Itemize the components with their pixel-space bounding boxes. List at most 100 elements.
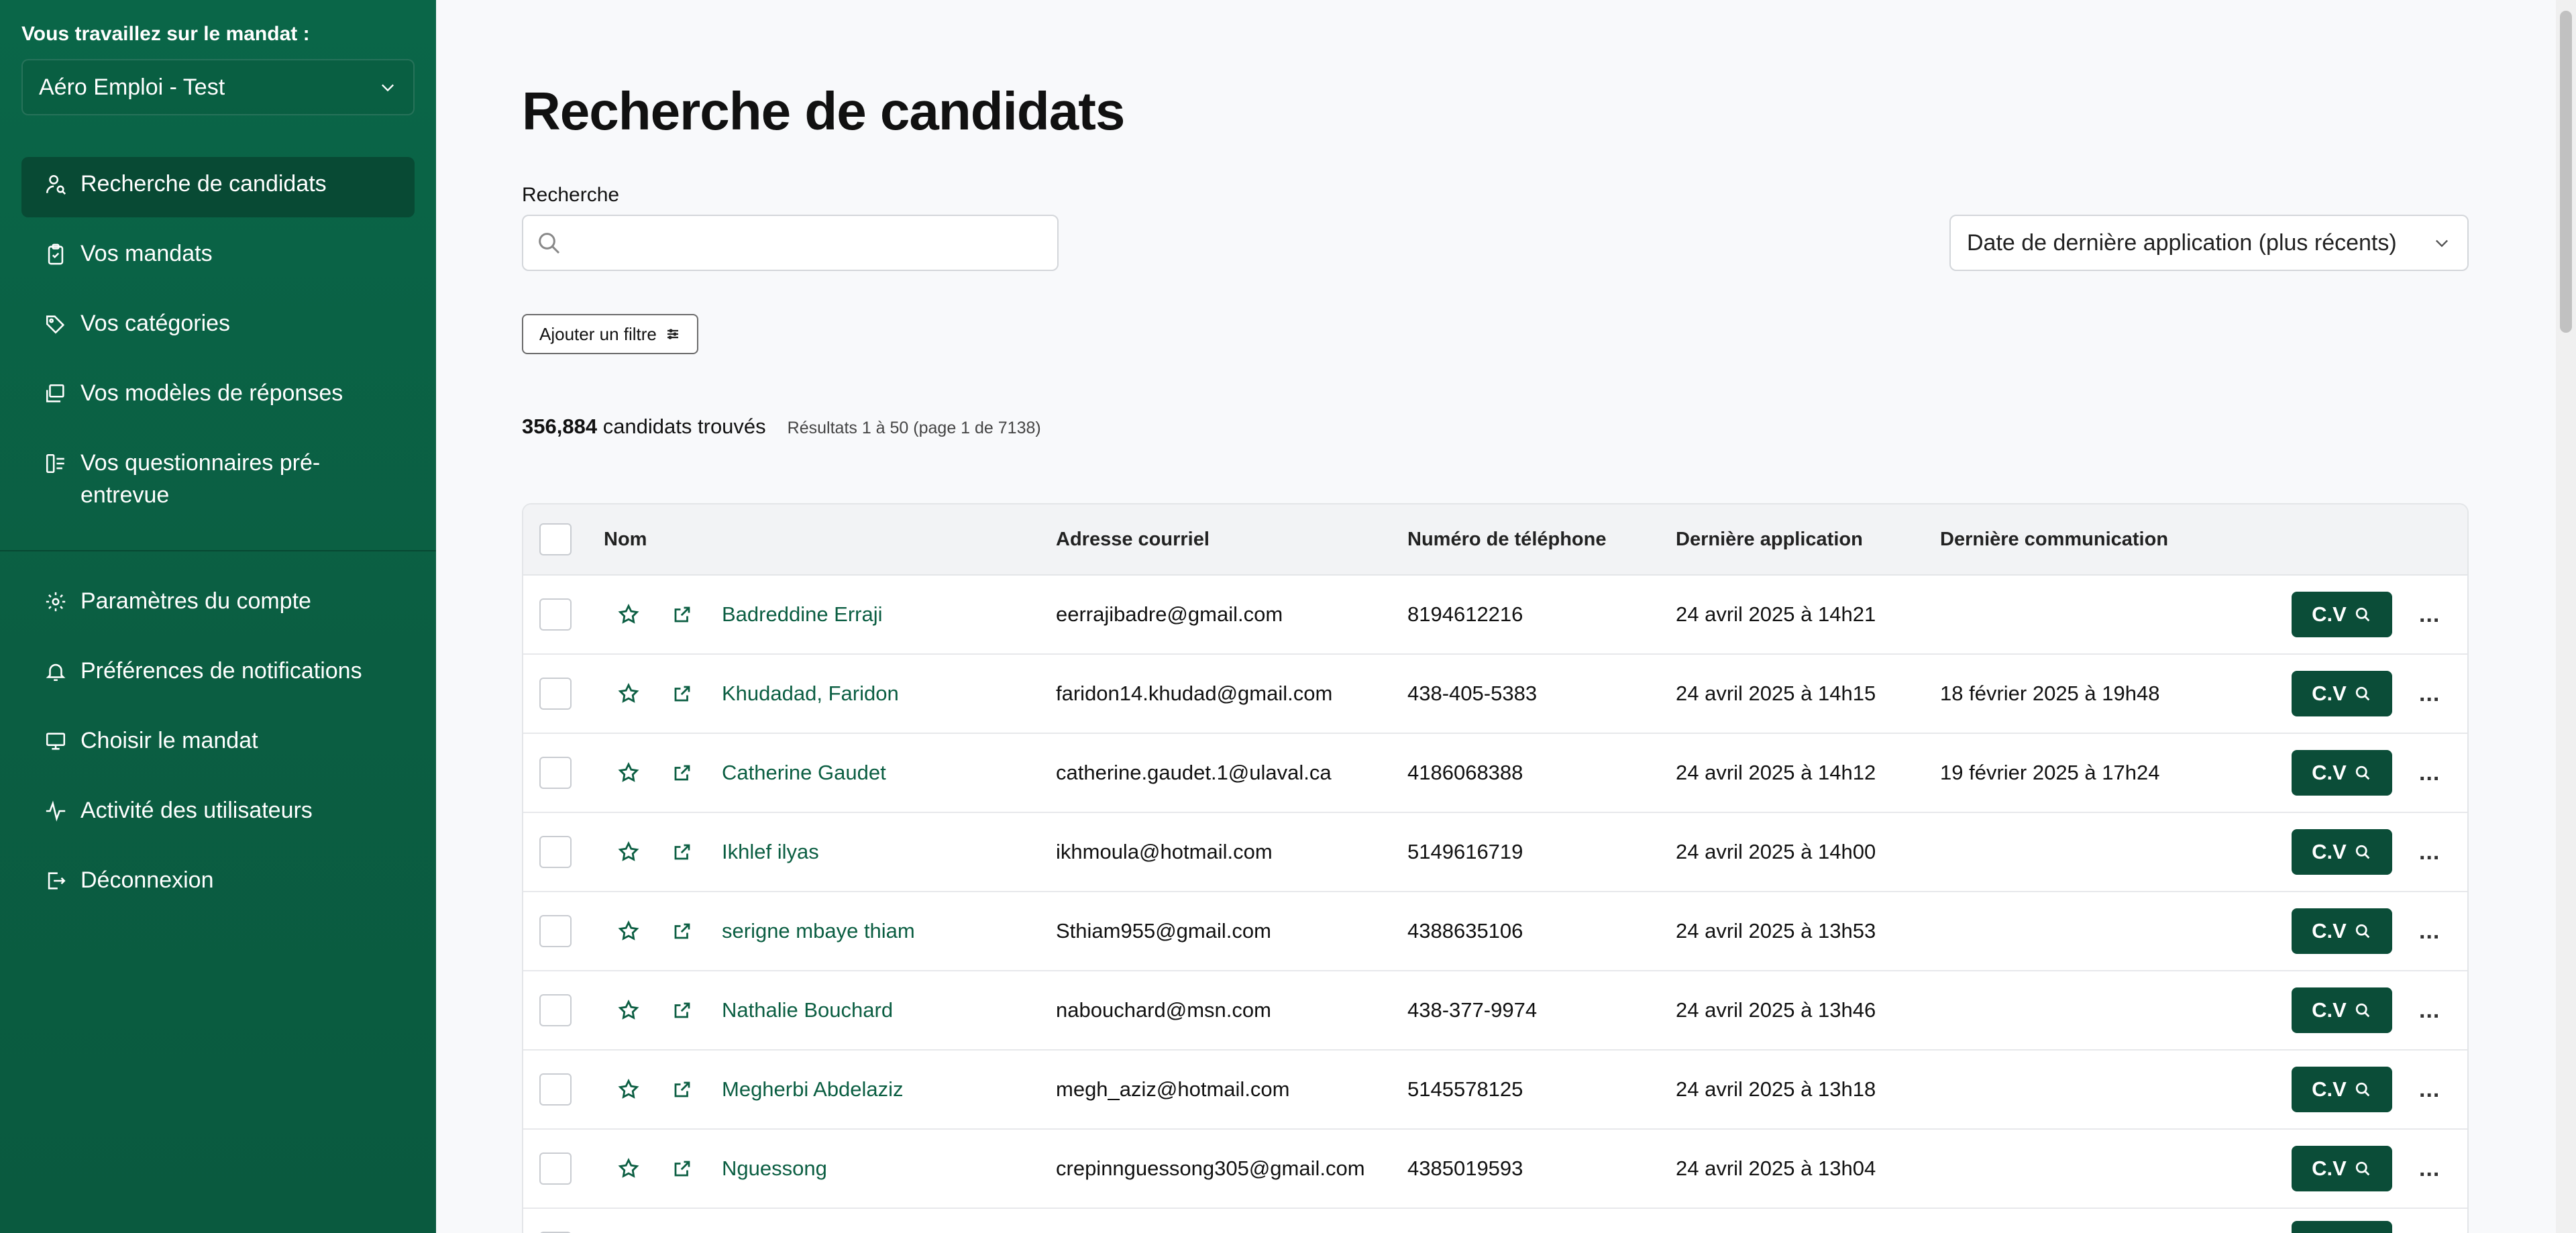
more-actions-button[interactable]: ...	[2419, 576, 2440, 653]
row-checkbox[interactable]	[539, 678, 572, 710]
gear-icon	[46, 592, 66, 612]
cv-button-label: C.V	[2312, 1077, 2347, 1101]
row-select-cell	[539, 655, 572, 733]
more-actions-button[interactable]: ...	[2419, 813, 2440, 891]
open-external-icon[interactable]	[672, 892, 692, 970]
cv-button-cell: C.V	[2292, 813, 2392, 891]
sidebar-item-recherche-candidats[interactable]: Recherche de candidats	[21, 157, 415, 217]
candidate-name-link[interactable]: Ikhlef ilyas	[722, 813, 819, 891]
header-email[interactable]: Adresse courriel	[1056, 504, 1210, 574]
select-all-checkbox[interactable]	[539, 523, 572, 555]
result-range: Résultats 1 à 50 (page 1 de 7138)	[787, 419, 1041, 437]
sidebar-item-mandats[interactable]: Vos mandats	[21, 227, 415, 287]
sidebar-item-categories[interactable]: Vos catégories	[21, 297, 415, 357]
sidebar-item-activite[interactable]: Activité des utilisateurs	[21, 784, 415, 844]
favorite-star-icon[interactable]	[617, 971, 640, 1049]
cv-button-label: C.V	[2312, 919, 2347, 943]
add-filter-button[interactable]: Ajouter un filtre	[522, 314, 698, 354]
cv-button-label: C.V	[2312, 602, 2347, 626]
header-phone[interactable]: Numéro de téléphone	[1407, 504, 1607, 574]
candidate-name-link[interactable]: Catherine Gaudet	[722, 734, 886, 812]
header-last-application[interactable]: Dernière application	[1676, 504, 1863, 574]
header-last-communication[interactable]: Dernière communication	[1940, 504, 2168, 574]
cv-button[interactable]: C.V	[2292, 829, 2392, 875]
sidebar-item-questionnaires[interactable]: Vos questionnaires pré-entrevue	[21, 436, 415, 521]
row-select-cell	[539, 813, 572, 891]
row-checkbox[interactable]	[539, 757, 572, 789]
favorite-star-icon[interactable]	[617, 1051, 640, 1128]
open-external-icon[interactable]	[672, 734, 692, 812]
activity-icon	[46, 800, 66, 822]
candidate-email: catherine.gaudet.1@ulaval.ca	[1056, 761, 1332, 784]
candidate-phone: 8194612216	[1407, 602, 1523, 626]
table-row: Badreddine Erraji eerrajibadre@gmail.com…	[523, 576, 2467, 655]
questionnaire-icon	[46, 453, 64, 474]
more-actions-button[interactable]: ...	[2419, 892, 2440, 970]
row-select-cell	[539, 971, 572, 1049]
chevron-down-icon	[382, 84, 394, 92]
cv-button[interactable]: C.V	[2292, 908, 2392, 954]
sidebar-item-choisir-mandat[interactable]: Choisir le mandat	[21, 714, 415, 774]
page-title: Recherche de candidats	[522, 81, 1125, 141]
search-icon	[2355, 686, 2370, 701]
more-actions-button[interactable]: ...	[2419, 655, 2440, 733]
header-name[interactable]: Nom	[604, 504, 647, 574]
sidebar-item-parametres[interactable]: Paramètres du compte	[21, 574, 415, 635]
favorite-star-icon[interactable]	[617, 892, 640, 970]
more-actions-button[interactable]: ...	[2419, 1130, 2440, 1208]
add-filter-label: Ajouter un filtre	[539, 323, 657, 344]
cv-button[interactable]: C.V	[2292, 750, 2392, 796]
open-external-icon[interactable]	[672, 1051, 692, 1128]
row-select-cell	[539, 892, 572, 970]
row-checkbox[interactable]	[539, 1073, 572, 1106]
cv-button[interactable]: C.V	[2292, 1146, 2392, 1191]
cv-button[interactable]: C.V	[2292, 671, 2392, 716]
more-actions-button[interactable]: ...	[2419, 1051, 2440, 1128]
candidate-name-link[interactable]: Khudadad, Faridon	[722, 655, 899, 733]
sort-select[interactable]: Date de dernière application (plus récen…	[1949, 215, 2469, 271]
favorite-star-icon[interactable]	[617, 813, 640, 891]
sidebar-item-modeles-reponses[interactable]: Vos modèles de réponses	[21, 366, 415, 427]
cv-button-label: C.V	[2312, 761, 2347, 784]
cv-button[interactable]: C.V	[2292, 592, 2392, 637]
candidate-name-link[interactable]: Badreddine Erraji	[722, 576, 883, 653]
search-icon	[2355, 765, 2370, 780]
clipboard-icon	[48, 244, 64, 265]
mandate-select[interactable]: Aéro Emploi - Test	[21, 59, 415, 115]
cv-button[interactable]: C.V	[2292, 987, 2392, 1033]
open-external-icon[interactable]	[672, 655, 692, 733]
open-external-icon[interactable]	[672, 576, 692, 653]
candidate-name-link[interactable]: Nguessong	[722, 1130, 827, 1208]
cv-button[interactable]: C.V	[2292, 1067, 2392, 1112]
candidate-name-link[interactable]: Nathalie Bouchard	[722, 971, 893, 1049]
more-actions-button[interactable]: ...	[2419, 734, 2440, 812]
favorite-star-icon[interactable]	[617, 1130, 640, 1208]
favorite-star-icon[interactable]	[617, 734, 640, 812]
search-box[interactable]	[522, 215, 1059, 271]
open-external-icon[interactable]	[672, 1130, 692, 1208]
result-summary: 356,884 candidats trouvés Résultats 1 à …	[522, 415, 1041, 439]
cv-button[interactable]	[2292, 1221, 2392, 1233]
favorite-star-icon[interactable]	[617, 655, 640, 733]
row-checkbox[interactable]	[539, 994, 572, 1026]
page-scrollbar[interactable]	[2556, 0, 2576, 1233]
row-checkbox[interactable]	[539, 915, 572, 947]
row-checkbox[interactable]	[539, 836, 572, 868]
sidebar-item-deconnexion[interactable]: Déconnexion	[21, 853, 415, 914]
more-actions-button[interactable]: ...	[2419, 971, 2440, 1049]
open-external-icon[interactable]	[672, 813, 692, 891]
cv-button-label: C.V	[2312, 1157, 2347, 1180]
candidate-name-link[interactable]: Megherbi Abdelaziz	[722, 1051, 904, 1128]
candidate-last-communication: 18 février 2025 à 19h48	[1940, 682, 2160, 705]
open-external-icon[interactable]	[672, 971, 692, 1049]
scrollbar-thumb[interactable]	[2560, 11, 2572, 333]
candidate-email: faridon14.khudad@gmail.com	[1056, 682, 1333, 705]
row-checkbox[interactable]	[539, 1152, 572, 1185]
result-count-line: 356,884 candidats trouvés	[522, 415, 766, 439]
sidebar-item-notifications[interactable]: Préférences de notifications	[21, 644, 415, 704]
candidate-name-link[interactable]: serigne mbaye thiam	[722, 892, 915, 970]
favorite-star-icon[interactable]	[617, 576, 640, 653]
search-input[interactable]	[570, 230, 1057, 256]
candidate-phone: 5149616719	[1407, 840, 1523, 863]
row-checkbox[interactable]	[539, 598, 572, 631]
